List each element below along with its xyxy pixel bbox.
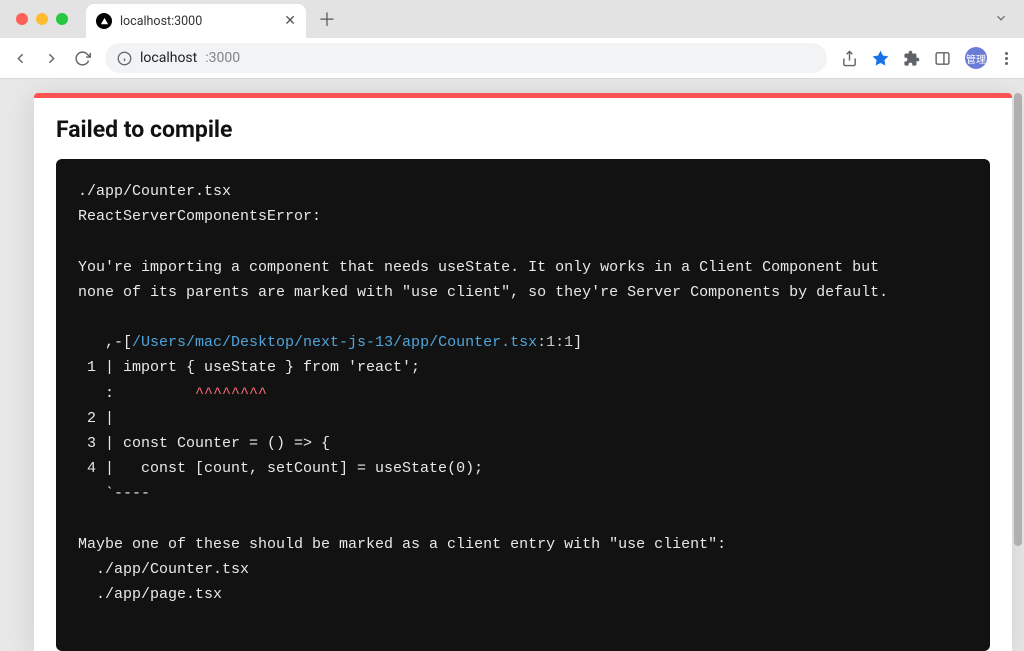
tab-bar: localhost:3000 ✕ ＋ bbox=[0, 0, 1024, 38]
profile-avatar[interactable]: 管理 bbox=[965, 47, 987, 69]
frame-suffix: ] bbox=[573, 334, 582, 351]
error-header: Failed to compile bbox=[34, 98, 1012, 159]
close-tab-button[interactable]: ✕ bbox=[284, 13, 296, 29]
error-overlay: Failed to compile ./app/Counter.tsx Reac… bbox=[34, 93, 1012, 651]
forward-button[interactable] bbox=[43, 50, 60, 67]
error-title: Failed to compile bbox=[56, 116, 990, 143]
new-tab-button[interactable]: ＋ bbox=[318, 6, 336, 32]
tab-title: localhost:3000 bbox=[120, 14, 276, 29]
side-panel-icon[interactable] bbox=[934, 50, 951, 67]
error-name: ReactServerComponentsError: bbox=[78, 208, 321, 225]
reload-button[interactable] bbox=[74, 50, 91, 67]
share-icon[interactable] bbox=[841, 50, 858, 67]
url-path: :3000 bbox=[205, 50, 240, 66]
favicon-icon bbox=[96, 13, 112, 29]
frame-end: `---- bbox=[78, 485, 150, 502]
scrollbar[interactable] bbox=[1014, 93, 1022, 645]
error-file: ./app/Counter.tsx bbox=[78, 183, 231, 200]
back-button[interactable] bbox=[12, 50, 29, 67]
hint-lines: ./app/Counter.tsx ./app/page.tsx bbox=[78, 561, 249, 603]
hint-header: Maybe one of these should be marked as a… bbox=[78, 536, 726, 553]
error-message: You're importing a component that needs … bbox=[78, 259, 888, 301]
close-window-button[interactable] bbox=[16, 13, 28, 25]
browser-tab[interactable]: localhost:3000 ✕ bbox=[86, 4, 306, 38]
browser-chrome: localhost:3000 ✕ ＋ localhost :3000 bbox=[0, 0, 1024, 79]
code-lines: 1 | import { useState } from 'react'; : … bbox=[78, 359, 483, 477]
error-code-block: ./app/Counter.tsx ReactServerComponentsE… bbox=[56, 159, 990, 651]
address-bar: localhost :3000 管理 bbox=[0, 38, 1024, 78]
page-viewport: Failed to compile ./app/Counter.tsx Reac… bbox=[0, 79, 1024, 651]
window-controls bbox=[10, 13, 68, 25]
maximize-window-button[interactable] bbox=[56, 13, 68, 25]
bookmark-star-icon[interactable] bbox=[872, 50, 889, 67]
minimize-window-button[interactable] bbox=[36, 13, 48, 25]
extensions-icon[interactable] bbox=[903, 50, 920, 67]
url-input[interactable]: localhost :3000 bbox=[105, 43, 827, 73]
tabs-dropdown-icon[interactable] bbox=[994, 10, 1008, 29]
site-info-icon[interactable] bbox=[117, 51, 132, 66]
url-host: localhost bbox=[140, 50, 197, 66]
scroll-thumb[interactable] bbox=[1014, 93, 1022, 546]
toolbar-actions: 管理 bbox=[841, 47, 1012, 69]
frame-coords: :1:1 bbox=[537, 334, 573, 351]
frame-path-link[interactable]: /Users/mac/Desktop/next-js-13/app/Counte… bbox=[132, 334, 537, 351]
frame-prefix: ,-[ bbox=[78, 334, 132, 351]
menu-icon[interactable] bbox=[1001, 52, 1012, 65]
